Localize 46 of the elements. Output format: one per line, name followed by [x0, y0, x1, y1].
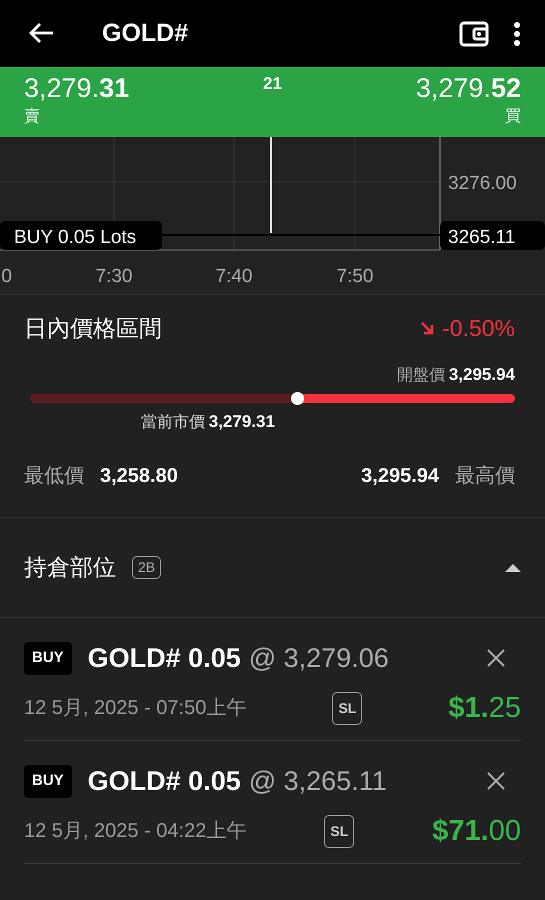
- open-price: @ 3,279.06: [248, 642, 389, 675]
- profit-value: $71.00: [432, 814, 521, 848]
- position-count: 2B: [132, 556, 162, 579]
- time-axis-label: 7:50: [336, 266, 374, 287]
- price-axis-label: 3276.00: [448, 173, 517, 194]
- order-price-label: 3265.11: [440, 221, 545, 250]
- screen-title: GOLD#: [102, 18, 188, 49]
- open-price: 3,295.94: [448, 364, 515, 386]
- open-price: @ 3,265.11: [248, 765, 387, 798]
- time-axis-label: 7:30: [96, 266, 132, 287]
- more-menu-icon[interactable]: [513, 20, 521, 46]
- section-title: 持倉部位: [24, 553, 116, 582]
- side-tag: BUY: [24, 642, 72, 674]
- spread-value: 21: [263, 73, 282, 95]
- buy-price: 3,279.52: [416, 72, 521, 105]
- collapse-caret-icon[interactable]: [505, 563, 521, 572]
- time-axis-label: 0: [1, 266, 12, 287]
- high-price-label: 最高價: [455, 464, 515, 488]
- stop-loss-tag: SL: [332, 692, 362, 725]
- wallet-icon[interactable]: [459, 20, 489, 46]
- open-time: 12 5月, 2025 - 07:50上午: [24, 696, 246, 722]
- down-arrow-icon: [420, 321, 434, 336]
- buy-label: 買: [504, 107, 521, 127]
- profit-value: $1.25: [448, 690, 521, 726]
- sell-price-panel[interactable]: 3,279.31 賣: [24, 71, 130, 137]
- open-time: 12 5月, 2025 - 04:22上午: [24, 819, 246, 844]
- close-icon[interactable]: [487, 649, 505, 668]
- close-icon[interactable]: [487, 772, 505, 790]
- sell-price: 3,279.31: [24, 72, 130, 105]
- sell-label: 賣: [24, 106, 41, 127]
- section-title: 日內價格區間: [24, 314, 162, 343]
- price-change: -0.50%: [442, 314, 515, 343]
- order-label: BUY 0.05 Lots: [0, 221, 162, 250]
- low-price: 3,258.80: [100, 464, 178, 488]
- back-button[interactable]: [28, 22, 54, 46]
- buy-price-panel[interactable]: 3,279.52 買: [416, 71, 521, 137]
- high-price: 3,295.94: [361, 464, 439, 488]
- current-price: 3,279.31: [208, 410, 275, 432]
- position-symbol: GOLD# 0.05: [88, 642, 241, 675]
- low-price-label: 最低價: [24, 464, 84, 488]
- current-price-label: 當前市價: [140, 412, 205, 432]
- open-price-label: 開盤價: [396, 366, 445, 386]
- stop-loss-tag: SL: [324, 814, 354, 848]
- time-axis-label: 7:40: [216, 266, 252, 287]
- position-symbol: GOLD# 0.05: [88, 765, 241, 798]
- side-tag: BUY: [24, 765, 72, 798]
